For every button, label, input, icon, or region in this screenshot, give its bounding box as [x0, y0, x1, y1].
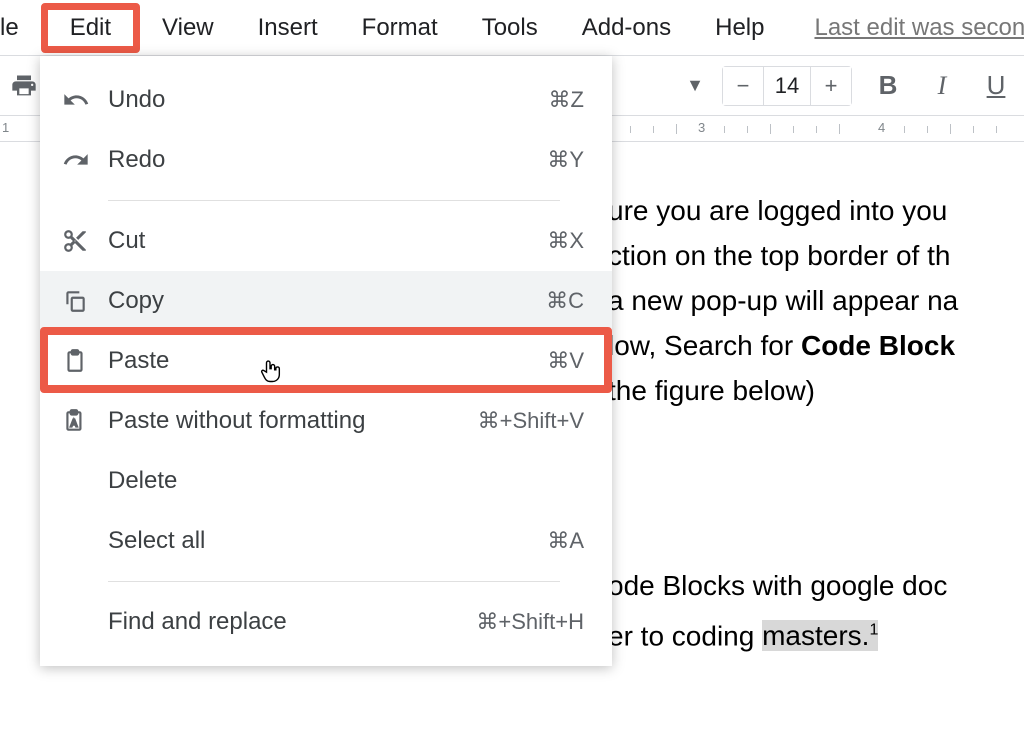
menu-item-paste-without-formatting[interactable]: A Paste without formatting ⌘+Shift+V — [40, 391, 612, 451]
doc-line: ure you are logged into you — [608, 195, 947, 226]
font-size-decrease-button[interactable]: − — [723, 67, 763, 105]
menu-item-label: Paste without formatting — [108, 407, 478, 435]
underline-button[interactable]: U — [978, 70, 1014, 101]
menu-item-shortcut: ⌘V — [547, 348, 584, 374]
ruler-num-1: 1 — [2, 120, 9, 135]
doc-line: a new pop-up will appear na — [608, 285, 958, 316]
edit-dropdown-menu: Undo ⌘Z Redo ⌘Y Cut ⌘X Copy ⌘C Paste ⌘V … — [40, 56, 612, 666]
ruler-num-4: 4 — [878, 120, 885, 135]
print-icon[interactable] — [4, 66, 44, 106]
doc-bold-text: Code Block — [801, 330, 955, 361]
last-edit-link[interactable]: Last edit was seconds ago — [814, 14, 1024, 42]
undo-icon — [62, 86, 108, 114]
menu-tools[interactable]: Tools — [460, 4, 560, 52]
menu-item-cut[interactable]: Cut ⌘X — [40, 211, 612, 271]
menu-item-shortcut: ⌘X — [547, 228, 584, 254]
doc-line: er to coding — [608, 620, 762, 651]
menu-item-find-and-replace[interactable]: Find and replace ⌘+Shift+H — [40, 592, 612, 652]
menu-item-shortcut: ⌘A — [547, 528, 584, 554]
menu-item-label: Find and replace — [108, 608, 476, 636]
menu-format[interactable]: Format — [340, 4, 460, 52]
menu-edit[interactable]: Edit — [41, 3, 140, 53]
doc-line: the figure below) — [608, 375, 815, 406]
italic-button[interactable]: I — [924, 71, 960, 101]
redo-icon — [62, 146, 108, 174]
menu-item-label: Delete — [108, 467, 584, 495]
selected-text: masters.1 — [762, 620, 878, 651]
menu-item-label: Redo — [108, 146, 547, 174]
menu-item-shortcut: ⌘Z — [549, 87, 584, 113]
menu-item-shortcut: ⌘+Shift+V — [478, 408, 584, 434]
ruler-num-3: 3 — [698, 120, 705, 135]
paste-icon — [62, 348, 108, 374]
menu-view[interactable]: View — [140, 4, 236, 52]
font-size-value[interactable]: 14 — [763, 67, 811, 105]
copy-icon — [62, 288, 108, 314]
doc-line: low, Search for — [608, 330, 801, 361]
menu-item-label: Copy — [108, 287, 546, 315]
document-text[interactable]: ure you are logged into you ction on the… — [608, 188, 1024, 672]
menu-item-redo[interactable]: Redo ⌘Y — [40, 130, 612, 190]
menu-item-shortcut: ⌘C — [546, 288, 584, 314]
menu-item-label: Paste — [108, 347, 547, 375]
cut-icon — [62, 228, 108, 254]
menu-bar: le Edit View Insert Format Tools Add-ons… — [0, 0, 1024, 56]
menu-item-delete[interactable]: Delete — [40, 451, 612, 511]
font-size-stepper: − 14 + — [722, 66, 852, 106]
menu-item-select-all[interactable]: Select all ⌘A — [40, 511, 612, 571]
menu-item-shortcut: ⌘Y — [547, 147, 584, 173]
paste-nofmt-icon: A — [62, 408, 108, 434]
menu-file[interactable]: le — [0, 4, 41, 52]
doc-line: ction on the top border of th — [608, 240, 950, 271]
menu-item-copy[interactable]: Copy ⌘C — [40, 271, 612, 331]
bold-button[interactable]: B — [870, 70, 906, 101]
font-dropdown-arrow-icon[interactable]: ▼ — [686, 75, 704, 96]
menu-item-label: Cut — [108, 227, 547, 255]
menu-addons[interactable]: Add-ons — [560, 4, 693, 52]
menu-insert[interactable]: Insert — [236, 4, 340, 52]
menu-item-undo[interactable]: Undo ⌘Z — [40, 70, 612, 130]
menu-item-paste[interactable]: Paste ⌘V — [40, 331, 612, 391]
doc-line: ode Blocks with google doc — [608, 570, 947, 601]
menu-item-label: Undo — [108, 86, 549, 114]
menu-item-label: Select all — [108, 527, 547, 555]
font-size-increase-button[interactable]: + — [811, 67, 851, 105]
svg-text:A: A — [71, 418, 78, 429]
menu-help[interactable]: Help — [693, 4, 786, 52]
menu-item-shortcut: ⌘+Shift+H — [476, 609, 584, 635]
